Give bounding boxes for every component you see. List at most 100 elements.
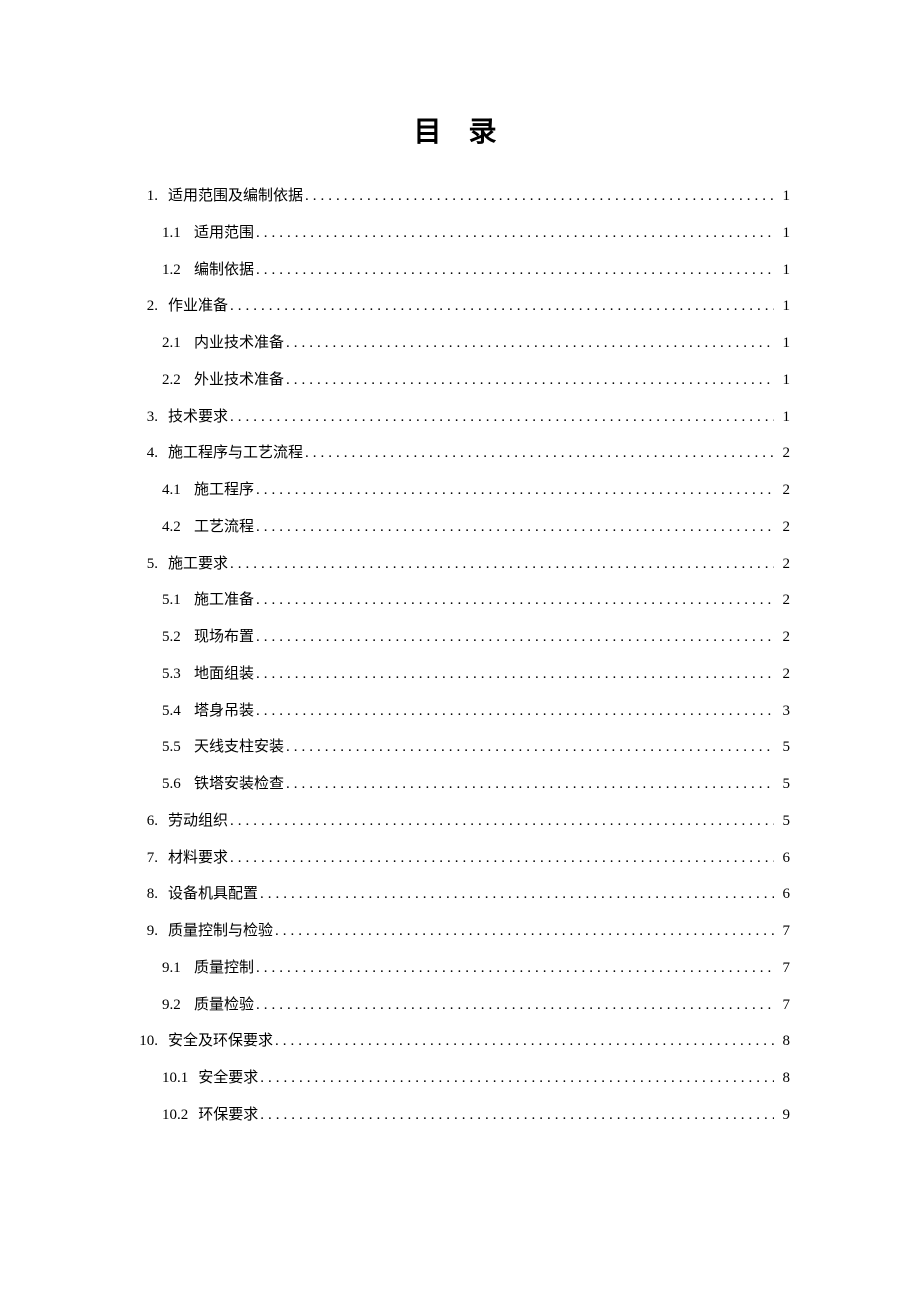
toc-entry-page: 1: [776, 362, 790, 399]
toc-leader-dots: [275, 1023, 774, 1060]
toc-entry-number: 9.: [130, 913, 158, 950]
toc-entry-text: 工艺流程: [194, 509, 254, 546]
toc-entry-text: 技术要求: [168, 399, 228, 436]
toc-leader-dots: [256, 619, 774, 656]
toc-entry-text: 安全及环保要求: [168, 1023, 273, 1060]
toc-entry-text: 安全要求: [198, 1060, 258, 1097]
toc-entry: 5.4塔身吊装3: [130, 693, 790, 730]
toc-entry: 10.2环保要求9: [130, 1097, 790, 1134]
toc-leader-dots: [256, 582, 774, 619]
toc-entry-text: 铁塔安装检查: [194, 766, 284, 803]
toc-entry-page: 6: [776, 840, 790, 877]
toc-leader-dots: [230, 840, 774, 877]
toc-entry: 10.安全及环保要求8: [130, 1023, 790, 1060]
toc-entry-page: 1: [776, 288, 790, 325]
toc-entry: 2. 作业准备 1: [130, 288, 790, 325]
toc-entry: 4.1 施工程序 2: [130, 472, 790, 509]
toc-entry-number: 1.2: [162, 252, 184, 289]
toc-entry-text: 地面组装: [194, 656, 254, 693]
toc-entry-text: 外业技术准备: [194, 362, 284, 399]
toc-leader-dots: [230, 803, 774, 840]
toc-entry: 5.5天线支柱安装5: [130, 729, 790, 766]
toc-entry: 1.2 编制依据 1: [130, 252, 790, 289]
toc-entry-number: 4.2: [162, 509, 184, 546]
toc-entry-text: 作业准备: [168, 288, 228, 325]
table-of-contents: 1.适用范围及编制依据11.1适用范围11.2编制依据12.作业准备12.1内业…: [130, 178, 790, 1134]
toc-entry-page: 2: [776, 656, 790, 693]
toc-entry: 10.1安全要求8: [130, 1060, 790, 1097]
toc-entry: 5.6铁塔安装检查5: [130, 766, 790, 803]
toc-entry-text: 内业技术准备: [194, 325, 284, 362]
toc-entry-number: 2.1: [162, 325, 184, 362]
toc-entry-number: 5.6: [162, 766, 184, 803]
toc-entry-page: 2: [776, 472, 790, 509]
toc-entry-number: 9.2: [162, 987, 184, 1024]
toc-leader-dots: [305, 178, 774, 215]
toc-entry-number: 4.1: [162, 472, 184, 509]
toc-entry: 2.1 内业技术准备 1: [130, 325, 790, 362]
toc-entry-number: 5.: [130, 546, 158, 583]
toc-entry-text: 环保要求: [198, 1097, 258, 1134]
toc-entry: 2.2外业技术准备1: [130, 362, 790, 399]
toc-entry: 1.1适用范围1: [130, 215, 790, 252]
toc-leader-dots: [305, 435, 774, 472]
toc-entry-page: 3: [776, 693, 790, 730]
toc-entry-page: 2: [776, 582, 790, 619]
toc-entry-number: 5.3: [162, 656, 184, 693]
toc-leader-dots: [286, 729, 774, 766]
toc-leader-dots: [260, 876, 774, 913]
toc-entry-text: 施工要求: [168, 546, 228, 583]
toc-entry-number: 1.: [130, 178, 158, 215]
toc-entry: 1. 适用范围及编制依据 1: [130, 178, 790, 215]
toc-entry-number: 8.: [130, 876, 158, 913]
toc-leader-dots: [230, 399, 774, 436]
toc-leader-dots: [256, 472, 774, 509]
toc-entry-number: 5.2: [162, 619, 184, 656]
toc-entry-page: 8: [776, 1023, 790, 1060]
toc-entry-text: 设备机具配置: [168, 876, 258, 913]
toc-leader-dots: [275, 913, 774, 950]
toc-leader-dots: [256, 509, 774, 546]
toc-entry: 4.2工艺流程2: [130, 509, 790, 546]
toc-entry-number: 9.1: [162, 950, 184, 987]
toc-entry-text: 质量检验: [194, 987, 254, 1024]
toc-leader-dots: [260, 1097, 774, 1134]
toc-entry: 8.设备机具配置6: [130, 876, 790, 913]
toc-leader-dots: [230, 288, 774, 325]
toc-entry-number: 4.: [130, 435, 158, 472]
toc-entry: 4.施工程序与工艺流程2: [130, 435, 790, 472]
toc-entry-page: 1: [776, 399, 790, 436]
toc-entry-page: 5: [776, 803, 790, 840]
toc-entry-page: 7: [776, 913, 790, 950]
toc-entry-text: 适用范围: [194, 215, 254, 252]
toc-entry-number: 2.: [130, 288, 158, 325]
toc-entry-text: 质量控制: [194, 950, 254, 987]
toc-entry-number: 3.: [130, 399, 158, 436]
toc-entry-text: 施工程序: [194, 472, 254, 509]
toc-entry-page: 1: [776, 325, 790, 362]
toc-entry-number: 5.4: [162, 693, 184, 730]
toc-title: 目 录: [130, 110, 790, 150]
toc-leader-dots: [260, 1060, 774, 1097]
toc-entry-page: 1: [776, 252, 790, 289]
toc-entry: 5.3 地面组装 2: [130, 656, 790, 693]
toc-leader-dots: [256, 215, 774, 252]
toc-leader-dots: [230, 546, 774, 583]
toc-entry-text: 现场布置: [194, 619, 254, 656]
toc-entry: 9.2 质量检验 7: [130, 987, 790, 1024]
toc-entry-page: 7: [776, 987, 790, 1024]
toc-entry-page: 1: [776, 178, 790, 215]
toc-leader-dots: [286, 325, 774, 362]
toc-entry-page: 2: [776, 435, 790, 472]
toc-entry-page: 8: [776, 1060, 790, 1097]
toc-entry: 6.劳动组织5: [130, 803, 790, 840]
toc-entry-text: 编制依据: [194, 252, 254, 289]
toc-entry-page: 5: [776, 729, 790, 766]
toc-entry: 7.材料要求6: [130, 840, 790, 877]
toc-entry-page: 1: [776, 215, 790, 252]
toc-entry-text: 适用范围及编制依据: [168, 178, 303, 215]
toc-leader-dots: [256, 987, 774, 1024]
toc-leader-dots: [286, 766, 774, 803]
toc-leader-dots: [256, 252, 774, 289]
toc-entry: 5.1施工准备2: [130, 582, 790, 619]
